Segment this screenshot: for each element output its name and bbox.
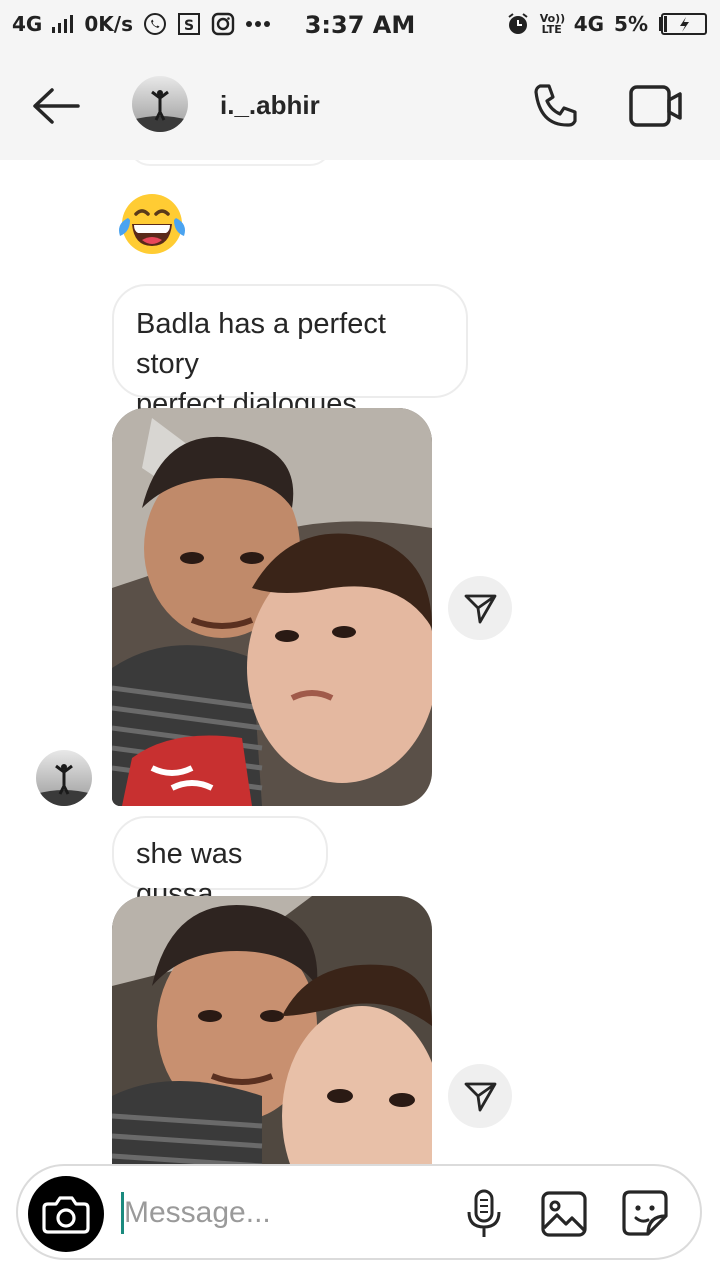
- instagram-icon: [211, 12, 235, 36]
- status-left: 4G 0K/s S: [12, 12, 271, 36]
- message-bubble[interactable]: Badla has a perfect story perfect dialog…: [112, 284, 468, 420]
- share-send-icon[interactable]: [448, 1064, 512, 1128]
- laughing-tears-emoji: [114, 190, 190, 258]
- network-speed: 0K/s: [84, 12, 133, 36]
- network-type-right: 4G: [573, 12, 605, 36]
- shared-photo[interactable]: [112, 896, 432, 1164]
- text-cursor: [121, 1192, 124, 1234]
- microphone-icon[interactable]: [464, 1188, 504, 1240]
- shared-photo[interactable]: [112, 408, 432, 806]
- svg-text:S: S: [184, 18, 194, 34]
- message-thread[interactable]: Badla has a perfect story perfect dialog…: [0, 160, 720, 1164]
- previous-message-bubble: [128, 160, 332, 166]
- whatsapp-icon: [143, 12, 167, 36]
- signal-icon: [52, 15, 74, 33]
- screenshot-icon: S: [177, 12, 201, 36]
- message-text: Badla has a perfect story: [136, 308, 386, 380]
- back-arrow-icon[interactable]: [30, 86, 82, 126]
- contact-username[interactable]: i._.abhir: [220, 90, 320, 121]
- status-right: Vo)) LTE 4G 5%: [506, 12, 708, 36]
- message-bubble[interactable]: she was gussa: [112, 816, 328, 910]
- message-composer: [16, 1164, 702, 1260]
- video-camera-icon[interactable]: [628, 84, 684, 128]
- network-type-left: 4G: [12, 12, 43, 36]
- volte-indicator: Vo)) LTE: [539, 12, 566, 36]
- more-notifications-icon: [245, 20, 271, 28]
- alarm-icon: [506, 12, 530, 36]
- status-bar: 4G 0K/s S 3:37 AM Vo)) LTE 4G 5%: [0, 0, 720, 52]
- message-input[interactable]: [120, 1190, 458, 1236]
- gallery-icon[interactable]: [540, 1190, 588, 1238]
- contact-avatar[interactable]: [132, 76, 188, 132]
- battery-charging-icon: [658, 13, 708, 35]
- share-send-icon[interactable]: [448, 576, 512, 640]
- phone-icon[interactable]: [530, 80, 582, 132]
- sender-avatar[interactable]: [36, 750, 92, 806]
- sticker-icon[interactable]: [620, 1188, 670, 1238]
- battery-percent: 5%: [614, 12, 648, 36]
- chat-header: i._.abhir: [0, 52, 720, 160]
- camera-icon[interactable]: [28, 1176, 104, 1252]
